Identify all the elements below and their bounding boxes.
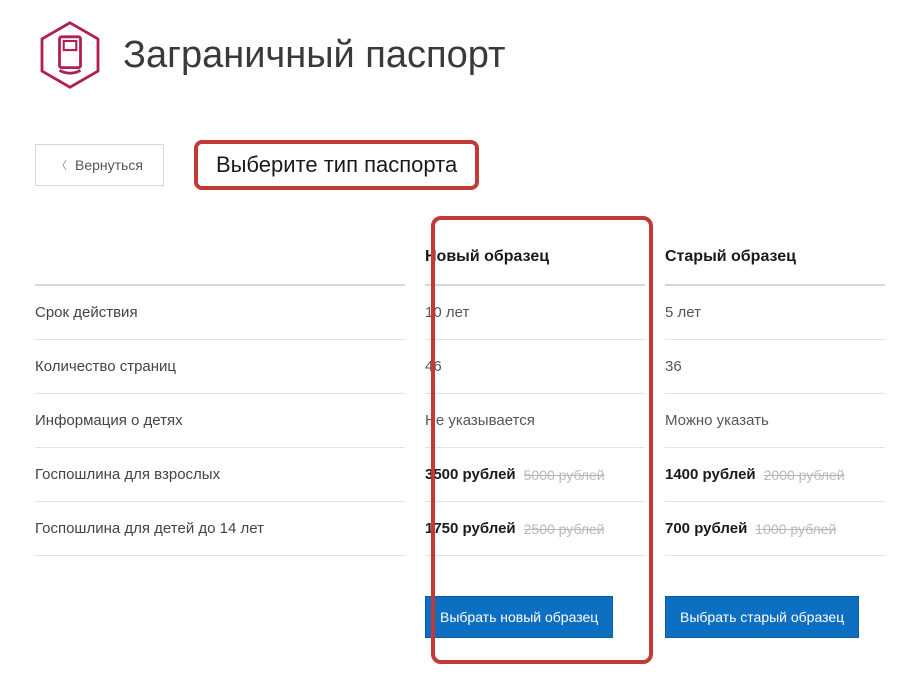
validity-new: 10 лет: [425, 286, 645, 340]
table-header-old: Старый образец: [665, 230, 885, 286]
subheader: 〈 Вернуться Выберите тип паспорта: [35, 140, 870, 190]
button-cell-new: Выбрать новый образец: [425, 556, 645, 656]
children-old: Можно указать: [665, 394, 885, 448]
passport-icon: [35, 20, 105, 90]
page-header: Заграничный паспорт: [35, 20, 870, 90]
row-label-fee-adult: Госпошлина для взрослых: [35, 448, 405, 502]
fee-adult-new-value: 3500 рублей: [425, 466, 516, 483]
fee-adult-old-strike: 2000 рублей: [764, 467, 845, 483]
subtitle-text: Выберите тип паспорта: [216, 152, 457, 177]
fee-child-old-value: 700 рублей: [665, 520, 747, 537]
fee-child-old: 700 рублей 1000 рублей: [665, 502, 885, 556]
button-cell-old: Выбрать старый образец: [665, 556, 885, 656]
fee-child-new-strike: 2500 рублей: [524, 521, 605, 537]
choose-old-button[interactable]: Выбрать старый образец: [665, 596, 859, 638]
fee-adult-new: 3500 рублей 5000 рублей: [425, 448, 645, 502]
page-title: Заграничный паспорт: [123, 34, 505, 77]
row-label-fee-child: Госпошлина для детей до 14 лет: [35, 502, 405, 556]
children-new: Не указывается: [425, 394, 645, 448]
validity-old: 5 лет: [665, 286, 885, 340]
comparison-table: Новый образец Старый образец Срок действ…: [35, 230, 870, 656]
fee-adult-old: 1400 рублей 2000 рублей: [665, 448, 885, 502]
row-label-validity: Срок действия: [35, 286, 405, 340]
fee-child-new-value: 1750 рублей: [425, 520, 516, 537]
back-button[interactable]: 〈 Вернуться: [35, 144, 164, 186]
pages-new: 46: [425, 340, 645, 394]
chevron-left-icon: 〈: [56, 157, 67, 173]
table-header-empty: [35, 230, 405, 286]
choose-new-button[interactable]: Выбрать новый образец: [425, 596, 613, 638]
fee-adult-old-value: 1400 рублей: [665, 466, 756, 483]
row-label-children: Информация о детях: [35, 394, 405, 448]
pages-old: 36: [665, 340, 885, 394]
subtitle-highlight: Выберите тип паспорта: [194, 140, 479, 190]
fee-child-old-strike: 1000 рублей: [755, 521, 836, 537]
button-row-empty: [35, 556, 405, 656]
fee-child-new: 1750 рублей 2500 рублей: [425, 502, 645, 556]
back-button-label: Вернуться: [75, 157, 143, 173]
fee-adult-new-strike: 5000 рублей: [524, 467, 605, 483]
row-label-pages: Количество страниц: [35, 340, 405, 394]
table-header-new: Новый образец: [425, 230, 645, 286]
